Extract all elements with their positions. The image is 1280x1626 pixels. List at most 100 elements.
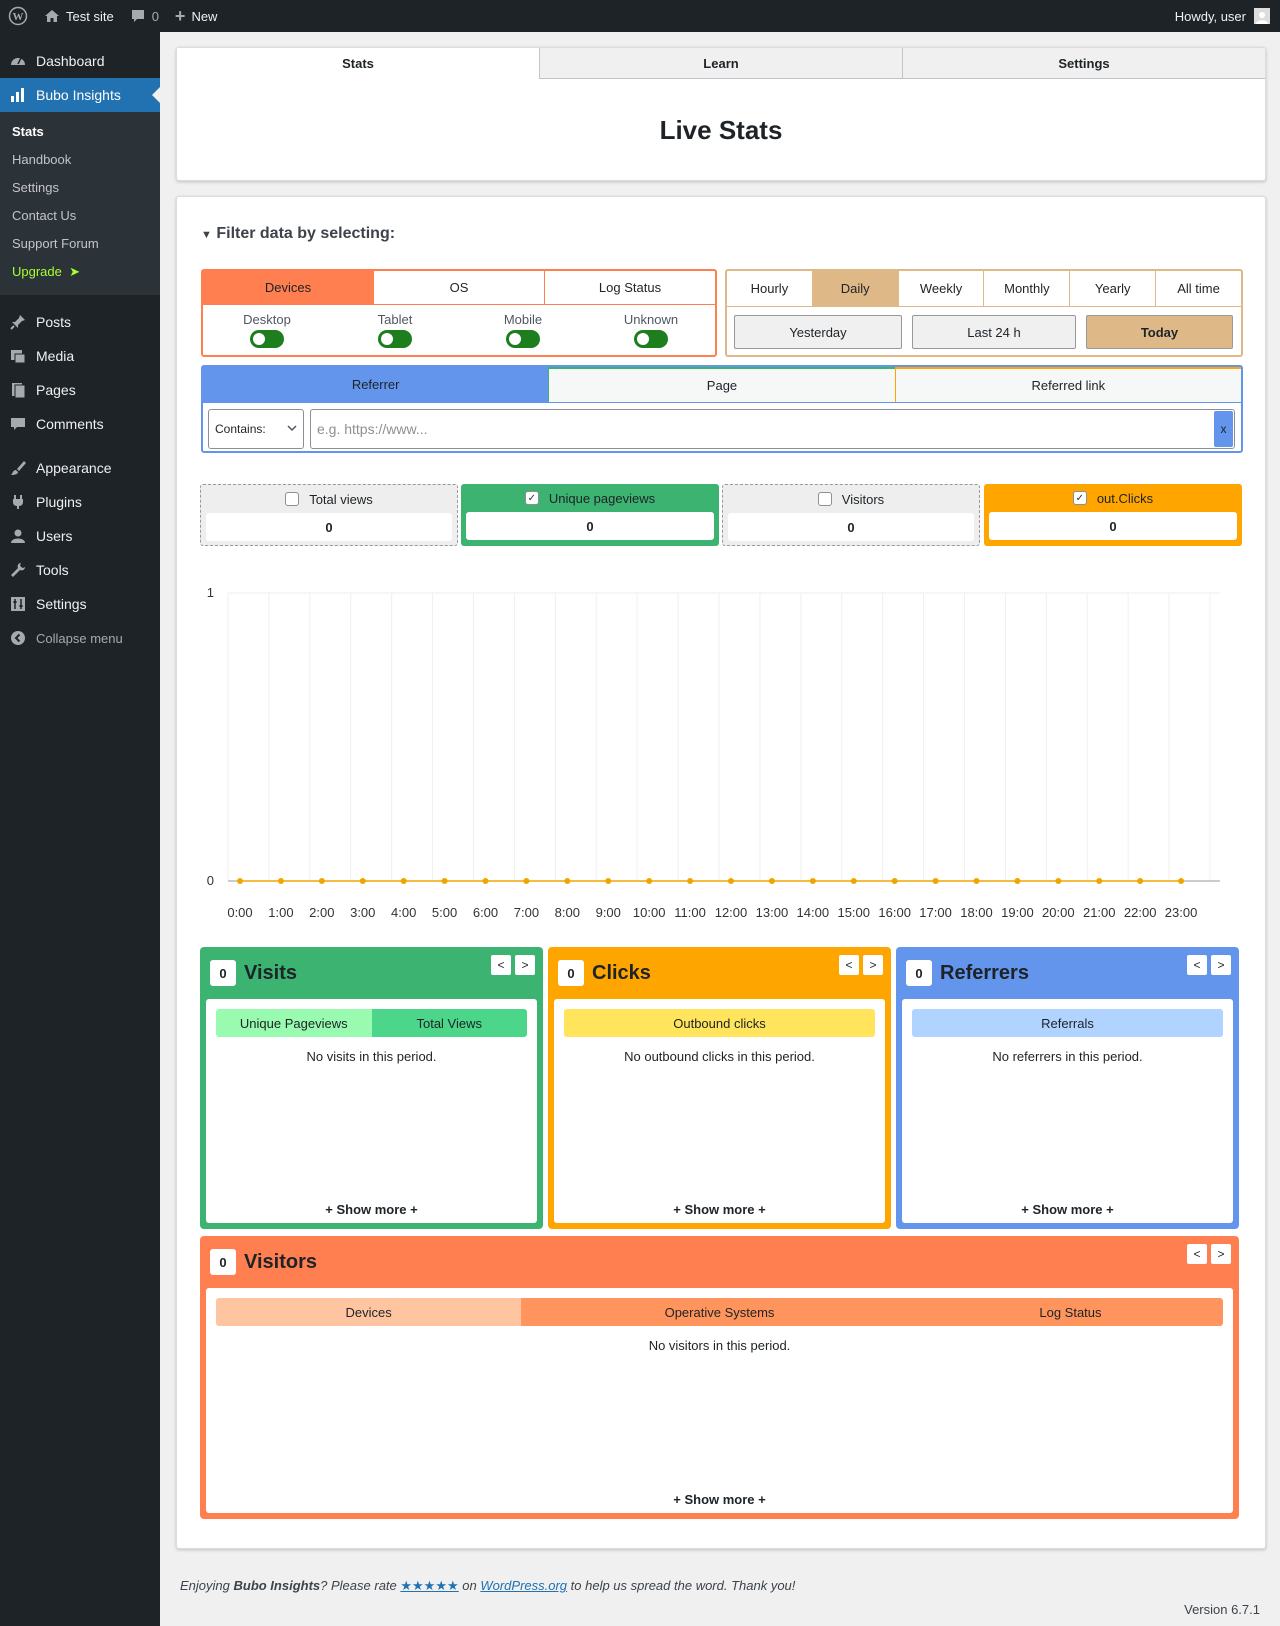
referrers-show-more[interactable]: + Show more + — [902, 1202, 1233, 1217]
metric-visitors[interactable]: Visitors 0 — [722, 484, 980, 546]
data-point — [400, 878, 407, 884]
range-today-button[interactable]: Today — [1086, 315, 1233, 349]
y-tick-label: 1 — [207, 585, 214, 600]
visits-show-more[interactable]: + Show more + — [206, 1202, 537, 1217]
period-yearly[interactable]: Yearly — [1069, 271, 1155, 306]
rating-stars-link[interactable]: ★★★★★ — [400, 1578, 458, 1593]
search-tab-referrer[interactable]: Referrer — [203, 367, 549, 402]
search-filter-box: Referrer Page Referred link Contains: e.… — [201, 365, 1243, 453]
wordpress-org-link[interactable]: WordPress.org — [480, 1578, 567, 1593]
metric-out-clicks[interactable]: ✓ out.Clicks 0 — [984, 484, 1242, 546]
comments-link[interactable]: 0 — [122, 0, 167, 32]
period-weekly[interactable]: Weekly — [897, 271, 984, 306]
wordpress-logo-icon[interactable]: W — [0, 0, 36, 32]
range-yesterday-button[interactable]: Yesterday — [734, 315, 902, 349]
toggle-tablet[interactable] — [378, 330, 412, 348]
metric-total-views[interactable]: Total views 0 — [200, 484, 458, 546]
data-point — [687, 878, 694, 884]
period-monthly[interactable]: Monthly — [983, 271, 1069, 306]
menu-users[interactable]: Users — [0, 519, 160, 553]
filter-group-devices[interactable]: Devices — [203, 271, 373, 304]
comment-icon — [130, 8, 146, 24]
visits-card: 0 Visits < > Unique Pageviews Total Views N… — [200, 947, 543, 1229]
menu-bubo-insights[interactable]: Bubo Insights — [0, 78, 160, 112]
menu-appearance[interactable]: Appearance — [0, 451, 160, 485]
submenu-contact[interactable]: Contact Us — [0, 203, 160, 231]
menu-tools[interactable]: Tools — [0, 553, 160, 587]
submenu-settings[interactable]: Settings — [0, 175, 160, 203]
data-point — [891, 878, 898, 884]
clicks-next-button[interactable]: > — [863, 955, 883, 975]
submenu-handbook[interactable]: Handbook — [0, 147, 160, 175]
data-point — [1137, 878, 1144, 884]
y-tick-label: 0 — [207, 873, 214, 888]
toggle-unknown[interactable] — [634, 330, 668, 348]
checkbox-total-views[interactable] — [285, 492, 300, 506]
visits-next-button[interactable]: > — [515, 955, 535, 975]
toggle-desktop[interactable] — [250, 330, 284, 348]
visitors-tab-log-status[interactable]: Log Status — [917, 1298, 1223, 1326]
clicks-tab-outbound[interactable]: Outbound clicks — [564, 1009, 875, 1037]
visitors-prev-button[interactable]: < — [1187, 1244, 1207, 1264]
menu-plugins[interactable]: Plugins — [0, 485, 160, 519]
match-select[interactable]: Contains: — [208, 409, 304, 449]
x-tick-label: 6:00 — [473, 905, 498, 920]
checkbox-out-clicks[interactable]: ✓ — [1072, 491, 1087, 505]
admin-bar: W Test site 0 + New Howdy, user — [0, 0, 1280, 32]
visitors-count: 0 — [210, 1249, 236, 1275]
period-hourly[interactable]: Hourly — [727, 271, 812, 306]
new-content-link[interactable]: + New — [167, 0, 226, 32]
x-tick-label: 20:00 — [1042, 905, 1075, 920]
site-name-link[interactable]: Test site — [36, 0, 122, 32]
visitors-tab-devices[interactable]: Devices — [216, 1298, 522, 1326]
x-tick-label: 21:00 — [1083, 905, 1116, 920]
range-last-24h-button[interactable]: Last 24 h — [912, 315, 1076, 349]
x-tick-label: 5:00 — [432, 905, 457, 920]
visitors-show-more[interactable]: + Show more + — [206, 1492, 1233, 1507]
search-tab-page[interactable]: Page — [548, 367, 895, 402]
submenu-upgrade[interactable]: Upgrade ➤ — [0, 259, 160, 287]
visitors-tab-os[interactable]: Operative Systems — [521, 1298, 918, 1326]
toggle-mobile[interactable] — [506, 330, 540, 348]
clicks-prev-button[interactable]: < — [839, 955, 859, 975]
metric-unique-pageviews[interactable]: ✓ Unique pageviews 0 — [461, 484, 719, 546]
search-tab-referred-link[interactable]: Referred link — [894, 367, 1241, 402]
device-unknown: Unknown — [587, 305, 715, 355]
data-point — [850, 878, 857, 884]
menu-comments[interactable]: Comments — [0, 407, 160, 441]
referrers-next-button[interactable]: > — [1211, 955, 1231, 975]
menu-pages[interactable]: Pages — [0, 373, 160, 407]
clear-search-button[interactable]: x — [1214, 411, 1233, 447]
data-point — [359, 878, 366, 884]
menu-posts[interactable]: Posts — [0, 305, 160, 339]
visits-prev-button[interactable]: < — [491, 955, 511, 975]
clicks-show-more[interactable]: + Show more + — [554, 1202, 885, 1217]
period-all-time[interactable]: All time — [1155, 271, 1241, 306]
referrers-tab-referrals[interactable]: Referrals — [912, 1009, 1223, 1037]
filter-group-log-status[interactable]: Log Status — [544, 271, 715, 304]
account-menu[interactable]: Howdy, user — [1175, 8, 1280, 24]
checkbox-visitors[interactable] — [817, 492, 832, 506]
visits-tab-total[interactable]: Total Views — [371, 1009, 527, 1037]
collapse-menu-button[interactable]: Collapse menu — [0, 621, 160, 655]
filter-toggle[interactable]: ▼ Filter data by selecting: — [201, 225, 395, 243]
submenu-support[interactable]: Support Forum — [0, 231, 160, 259]
live-stats-chart: 1 0 0:00 1:00 2:00 3:00 4:00 5:00 6:00 7:00 8:00 9:… — [207, 585, 1220, 920]
visits-count: 0 — [210, 960, 236, 986]
visits-tab-unique[interactable]: Unique Pageviews — [216, 1009, 372, 1037]
checkbox-unique-pageviews[interactable]: ✓ — [524, 491, 539, 505]
data-point — [564, 878, 571, 884]
referrers-prev-button[interactable]: < — [1187, 955, 1207, 975]
filter-group-os[interactable]: OS — [373, 271, 544, 304]
search-input[interactable]: e.g. https://www... — [310, 409, 1235, 449]
tab-learn[interactable]: Learn — [539, 48, 902, 79]
tab-settings[interactable]: Settings — [902, 48, 1265, 79]
period-daily[interactable]: Daily — [811, 271, 898, 306]
submenu-stats[interactable]: Stats — [0, 119, 160, 147]
menu-settings[interactable]: Settings — [0, 587, 160, 621]
menu-dashboard[interactable]: Dashboard — [0, 44, 160, 78]
menu-media[interactable]: Media — [0, 339, 160, 373]
visitors-next-button[interactable]: > — [1211, 1244, 1231, 1264]
wp-version: Version 6.7.1 — [1184, 1602, 1260, 1617]
tab-stats[interactable]: Stats — [177, 48, 539, 79]
